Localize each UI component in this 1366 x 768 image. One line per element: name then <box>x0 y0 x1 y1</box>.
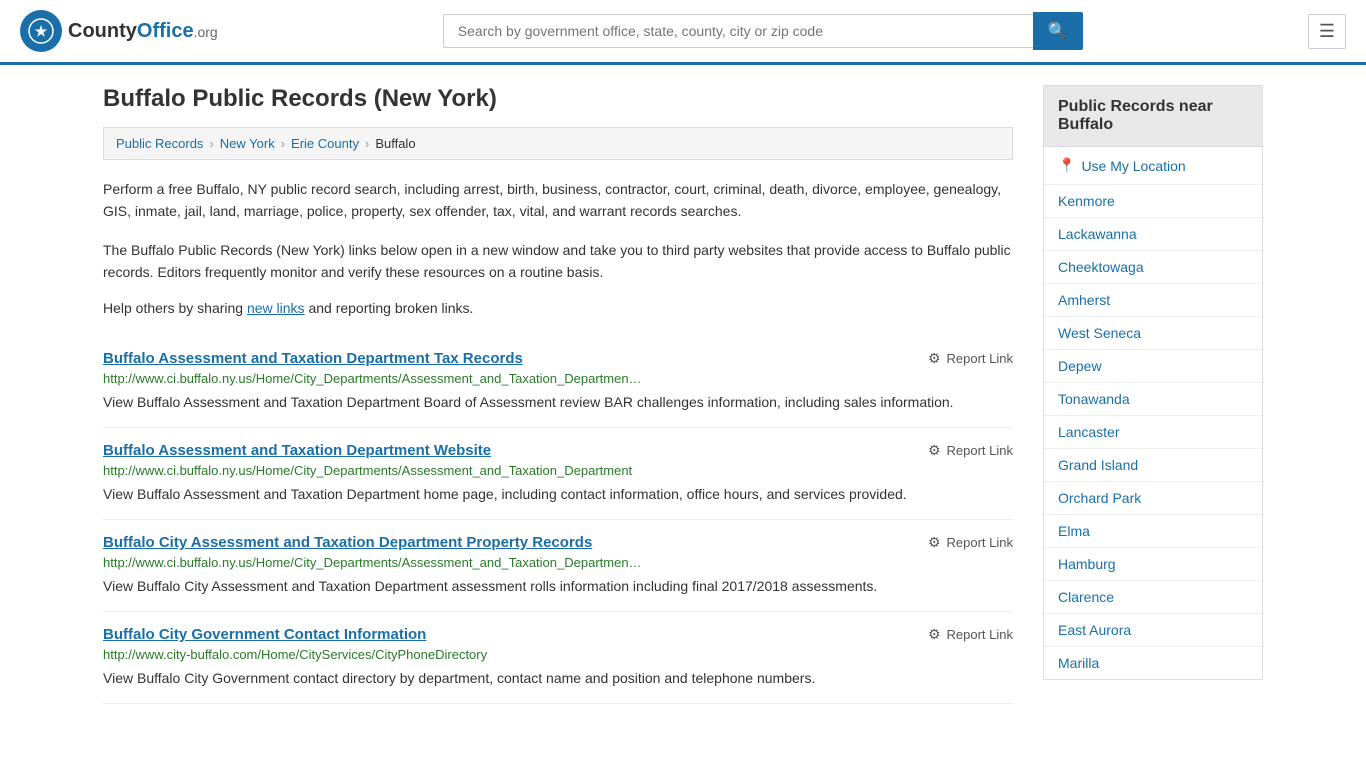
report-icon-3: ⚙ <box>928 626 941 643</box>
location-icon: 📍 <box>1058 157 1075 174</box>
sidebar-link-elma[interactable]: Elma <box>1044 515 1262 548</box>
sidebar-link-marilla[interactable]: Marilla <box>1044 647 1262 679</box>
menu-button[interactable]: ☰ <box>1308 14 1346 49</box>
help-suffix: and reporting broken links. <box>305 300 474 316</box>
record-item: Buffalo City Government Contact Informat… <box>103 612 1013 704</box>
record-desc-0: View Buffalo Assessment and Taxation Dep… <box>103 392 1013 413</box>
records-list: Buffalo Assessment and Taxation Departme… <box>103 336 1013 704</box>
record-header: Buffalo City Government Contact Informat… <box>103 626 1013 643</box>
record-item: Buffalo Assessment and Taxation Departme… <box>103 428 1013 520</box>
search-input[interactable] <box>443 14 1033 48</box>
sidebar-link-lancaster[interactable]: Lancaster <box>1044 416 1262 449</box>
record-header: Buffalo City Assessment and Taxation Dep… <box>103 534 1013 551</box>
report-label-0: Report Link <box>947 351 1013 366</box>
report-link-1[interactable]: ⚙ Report Link <box>928 442 1013 459</box>
menu-icon: ☰ <box>1319 21 1335 41</box>
breadcrumb-public-records[interactable]: Public Records <box>116 136 203 151</box>
sidebar-box: Public Records near Buffalo 📍 Use My Loc… <box>1043 85 1263 680</box>
help-prefix: Help others by sharing <box>103 300 247 316</box>
page-title: Buffalo Public Records (New York) <box>103 85 1013 113</box>
new-links-link[interactable]: new links <box>247 300 305 316</box>
sidebar-link-orchard-park[interactable]: Orchard Park <box>1044 482 1262 515</box>
sidebar-link-lackawanna[interactable]: Lackawanna <box>1044 218 1262 251</box>
record-title-0[interactable]: Buffalo Assessment and Taxation Departme… <box>103 350 523 367</box>
record-desc-3: View Buffalo City Government contact dir… <box>103 668 1013 689</box>
sidebar-link-cheektowaga[interactable]: Cheektowaga <box>1044 251 1262 284</box>
report-label-3: Report Link <box>947 627 1013 642</box>
header: ★ CountyOffice.org 🔍 ☰ <box>0 0 1366 65</box>
help-text: Help others by sharing new links and rep… <box>103 300 1013 316</box>
svg-text:★: ★ <box>35 23 48 39</box>
record-url-1[interactable]: http://www.ci.buffalo.ny.us/Home/City_De… <box>103 463 1013 478</box>
report-link-2[interactable]: ⚙ Report Link <box>928 534 1013 551</box>
sidebar-link-hamburg[interactable]: Hamburg <box>1044 548 1262 581</box>
report-icon-0: ⚙ <box>928 350 941 367</box>
sidebar-link-east-aurora[interactable]: East Aurora <box>1044 614 1262 647</box>
report-link-3[interactable]: ⚙ Report Link <box>928 626 1013 643</box>
breadcrumb: Public Records › New York › Erie County … <box>103 127 1013 160</box>
report-link-0[interactable]: ⚙ Report Link <box>928 350 1013 367</box>
content-wrapper: Buffalo Public Records (New York) Public… <box>83 65 1283 724</box>
breadcrumb-sep-2: › <box>281 136 285 151</box>
record-item: Buffalo Assessment and Taxation Departme… <box>103 336 1013 428</box>
record-item: Buffalo City Assessment and Taxation Dep… <box>103 520 1013 612</box>
record-title-1[interactable]: Buffalo Assessment and Taxation Departme… <box>103 442 491 459</box>
logo-area: ★ CountyOffice.org <box>20 10 218 52</box>
sidebar-link-depew[interactable]: Depew <box>1044 350 1262 383</box>
logo-text: CountyOffice.org <box>68 20 218 43</box>
report-label-2: Report Link <box>947 535 1013 550</box>
record-url-2[interactable]: http://www.ci.buffalo.ny.us/Home/City_De… <box>103 555 1013 570</box>
record-header: Buffalo Assessment and Taxation Departme… <box>103 442 1013 459</box>
nearby-list: KenmoreLackawannaCheektowagaAmherstWest … <box>1044 185 1262 679</box>
breadcrumb-new-york[interactable]: New York <box>220 136 275 151</box>
sidebar-link-west-seneca[interactable]: West Seneca <box>1044 317 1262 350</box>
sidebar-title: Public Records near Buffalo <box>1044 86 1262 147</box>
report-icon-2: ⚙ <box>928 534 941 551</box>
record-title-3[interactable]: Buffalo City Government Contact Informat… <box>103 626 426 643</box>
sidebar-link-grand-island[interactable]: Grand Island <box>1044 449 1262 482</box>
sidebar-link-kenmore[interactable]: Kenmore <box>1044 185 1262 218</box>
logo-icon: ★ <box>20 10 62 52</box>
sidebar: Public Records near Buffalo 📍 Use My Loc… <box>1043 85 1263 704</box>
record-url-3[interactable]: http://www.city-buffalo.com/Home/CitySer… <box>103 647 1013 662</box>
search-area: 🔍 <box>443 12 1083 50</box>
record-url-0[interactable]: http://www.ci.buffalo.ny.us/Home/City_De… <box>103 371 1013 386</box>
report-label-1: Report Link <box>947 443 1013 458</box>
search-icon: 🔍 <box>1048 23 1068 40</box>
record-desc-1: View Buffalo Assessment and Taxation Dep… <box>103 484 1013 505</box>
sidebar-link-amherst[interactable]: Amherst <box>1044 284 1262 317</box>
search-button[interactable]: 🔍 <box>1033 12 1083 50</box>
breadcrumb-erie-county[interactable]: Erie County <box>291 136 359 151</box>
main-content: Buffalo Public Records (New York) Public… <box>103 85 1013 704</box>
use-my-location-label: Use My Location <box>1081 158 1185 174</box>
record-desc-2: View Buffalo City Assessment and Taxatio… <box>103 576 1013 597</box>
report-icon-1: ⚙ <box>928 442 941 459</box>
breadcrumb-sep-1: › <box>209 136 213 151</box>
breadcrumb-buffalo: Buffalo <box>375 136 415 151</box>
record-title-2[interactable]: Buffalo City Assessment and Taxation Dep… <box>103 534 592 551</box>
record-header: Buffalo Assessment and Taxation Departme… <box>103 350 1013 367</box>
sidebar-link-tonawanda[interactable]: Tonawanda <box>1044 383 1262 416</box>
description-1: Perform a free Buffalo, NY public record… <box>103 178 1013 223</box>
description-2: The Buffalo Public Records (New York) li… <box>103 239 1013 284</box>
use-my-location-button[interactable]: 📍 Use My Location <box>1044 147 1262 185</box>
breadcrumb-sep-3: › <box>365 136 369 151</box>
sidebar-link-clarence[interactable]: Clarence <box>1044 581 1262 614</box>
